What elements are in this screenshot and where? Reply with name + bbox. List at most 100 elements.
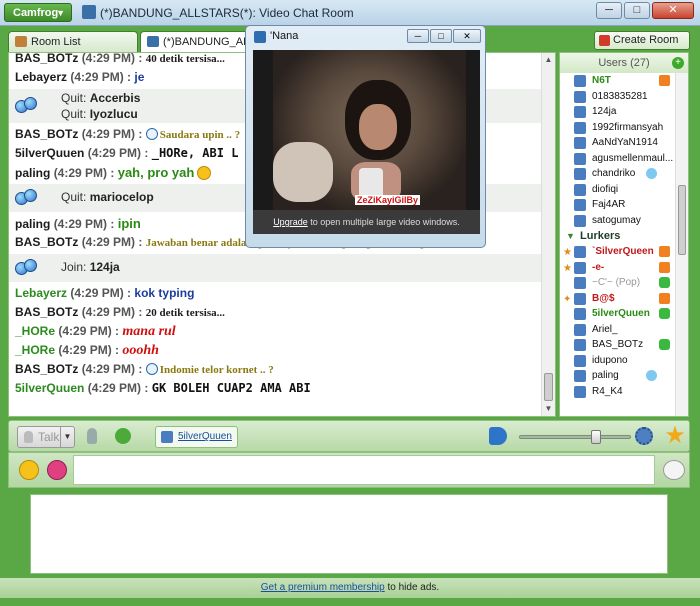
user-name: paling — [592, 370, 619, 381]
notice-user[interactable]: Iyozlucu — [90, 107, 138, 121]
chat-nick[interactable]: BAS_BOTz — [15, 362, 78, 376]
chat-nick[interactable]: BAS_BOTz — [15, 235, 78, 249]
camfrog-menu-button[interactable]: Camfrog ▼ — [4, 3, 72, 22]
scroll-thumb[interactable] — [544, 373, 553, 401]
scroll-down-icon[interactable]: ▼ — [542, 402, 555, 416]
smiley-icon[interactable] — [19, 460, 39, 480]
user-name: Faj4AR — [592, 199, 626, 210]
create-room-label: Create Room — [613, 34, 679, 46]
user-list-item[interactable]: chandriko — [560, 166, 688, 182]
user-list-scrollbar[interactable] — [675, 73, 688, 416]
user-list-item[interactable]: Faj4AR — [560, 197, 688, 213]
notice-user[interactable]: Accerbis — [90, 91, 141, 105]
video-window[interactable]: 'Nana ─ □ ✕ ZeZiKayiGilBy Upgrade to ope… — [245, 25, 486, 248]
speech-bubble-icon[interactable] — [663, 460, 685, 480]
lurkers-label: Lurkers — [580, 230, 621, 242]
maximize-button[interactable]: □ — [624, 2, 650, 19]
user-list-item[interactable]: ★ -e- — [560, 260, 688, 276]
footer-text: to hide ads. — [384, 582, 440, 593]
user-rows: N6T 0183835281 124ja 1992firmansyah AaNdYaN1… — [560, 73, 688, 399]
users-header: Users (27) + — [560, 53, 688, 73]
user-list-item[interactable]: N6T — [560, 73, 688, 89]
chat-nick[interactable]: _HORe — [15, 343, 55, 357]
chat-nick[interactable]: BAS_BOTz — [15, 127, 78, 141]
notice-user[interactable]: mariocelop — [90, 190, 154, 204]
face-icon — [646, 168, 657, 179]
chat-nick[interactable]: BAS_BOTz — [15, 305, 78, 319]
talk-button[interactable]: Talk ▼ — [17, 426, 75, 448]
rank-icon: ★ — [563, 247, 572, 258]
user-list-item[interactable]: idupono — [560, 353, 688, 369]
video-maximize-button[interactable]: □ — [430, 29, 452, 43]
user-list-item[interactable]: BAS_BOTz — [560, 337, 688, 353]
user-list-item[interactable]: ✦ B@$ — [560, 291, 688, 307]
user-list-item[interactable]: AaNdYaN1914 — [560, 135, 688, 151]
chat-nick[interactable]: 5ilverQuuen — [15, 381, 84, 395]
video-minimize-button[interactable]: ─ — [407, 29, 429, 43]
scroll-thumb[interactable] — [678, 185, 686, 255]
add-user-icon[interactable]: + — [672, 57, 684, 69]
media-controls: Talk ▼ 5ilverQuuen ★ — [8, 420, 690, 452]
chat-timestamp: (4:29 PM) : — [58, 343, 120, 357]
volume-slider-knob[interactable] — [591, 430, 601, 444]
create-room-button[interactable]: Create Room — [594, 31, 690, 50]
video-frame[interactable]: ZeZiKayiGilBy Upgrade to open multiple l… — [253, 50, 480, 234]
chat-nick[interactable]: paling — [15, 217, 50, 231]
user-list-item[interactable]: ~C'~ (Pop) — [560, 275, 688, 291]
speaker-icon[interactable] — [115, 428, 131, 444]
status-icon — [659, 339, 670, 350]
user-icon — [574, 323, 586, 336]
tab-label: (*)BANDUNG_ALLS... — [163, 36, 250, 48]
star-icon[interactable]: ★ — [663, 424, 687, 448]
user-list-item[interactable]: diofiqi — [560, 182, 688, 198]
user-list-item[interactable]: 1992firmansyah — [560, 120, 688, 136]
chat-scrollbar[interactable]: ▲ ▼ — [541, 53, 555, 416]
sticker-icon[interactable] — [47, 460, 67, 480]
chat-nick[interactable]: BAS_BOTz — [15, 53, 78, 65]
users-icon — [15, 189, 39, 207]
chevron-down-icon[interactable]: ▼ — [60, 427, 74, 447]
user-list-item[interactable]: R4_K4 — [560, 384, 688, 400]
user-icon — [574, 121, 586, 134]
chevron-down-icon: ▼ — [56, 8, 65, 18]
lurkers-group-header[interactable]: ▼ Lurkers — [560, 228, 688, 244]
current-speaker[interactable]: 5ilverQuuen — [155, 426, 238, 448]
camera-icon — [254, 31, 266, 43]
chat-text: 40 detik tersisa... — [145, 53, 225, 65]
user-list-item[interactable]: agusmellenmaul... — [560, 151, 688, 167]
video-close-button[interactable]: ✕ — [453, 29, 481, 43]
chat-text: je — [134, 70, 145, 84]
tab-current-room[interactable]: (*)BANDUNG_ALLS... — [140, 31, 250, 52]
user-list-item[interactable]: 0183835281 — [560, 89, 688, 105]
user-list-item[interactable]: Ariel_ — [560, 322, 688, 338]
chat-nick[interactable]: paling — [15, 166, 50, 180]
chat-text: mana rul — [122, 324, 176, 339]
notice-user[interactable]: 124ja — [90, 260, 120, 274]
user-icon — [574, 214, 586, 227]
microphone-icon[interactable] — [87, 428, 97, 444]
message-input[interactable] — [73, 455, 655, 485]
gear-icon[interactable] — [635, 427, 653, 445]
user-list-item[interactable]: paling — [560, 368, 688, 384]
volume-icon[interactable] — [489, 427, 507, 445]
user-list-item[interactable]: 124ja — [560, 104, 688, 120]
user-list-item[interactable]: ★ `SilverQueen — [560, 244, 688, 260]
tab-room-list[interactable]: Room List — [8, 31, 138, 52]
upgrade-link[interactable]: Upgrade — [273, 217, 308, 227]
user-name: 124ja — [592, 106, 617, 117]
scroll-up-icon[interactable]: ▲ — [542, 53, 555, 67]
volume-slider[interactable] — [519, 430, 631, 444]
user-list-item[interactable]: satogumay — [560, 213, 688, 229]
close-button[interactable]: ✕ — [652, 2, 694, 19]
chat-nick[interactable]: 5ilverQuuen — [15, 146, 84, 160]
chat-nick[interactable]: Lebayerz — [15, 70, 67, 84]
chat-nick[interactable]: Lebayerz — [15, 286, 67, 300]
user-list-item[interactable]: 5ilverQuuen — [560, 306, 688, 322]
premium-link[interactable]: Get a premium membership — [261, 582, 385, 593]
chat-nick[interactable]: _HORe — [15, 324, 55, 338]
chat-text: yah, pro yah — [117, 165, 195, 180]
minimize-button[interactable]: ─ — [596, 2, 622, 19]
tab-label: Room List — [31, 36, 81, 48]
user-name: BAS_BOTz — [592, 339, 644, 350]
home-icon — [659, 261, 670, 273]
